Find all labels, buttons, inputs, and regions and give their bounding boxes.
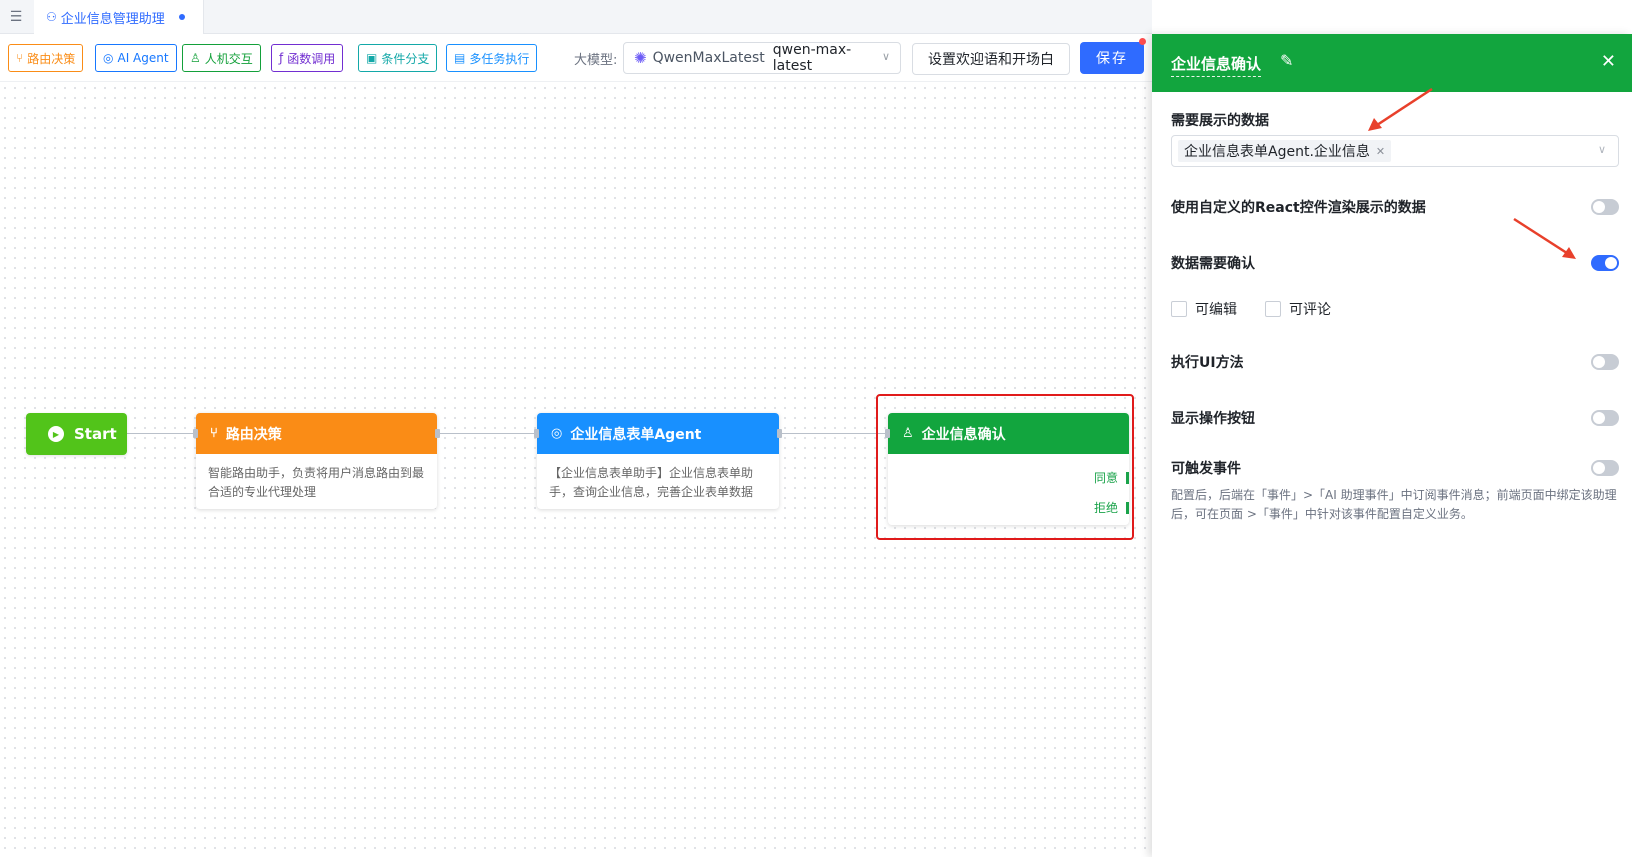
edge-router-agent xyxy=(437,433,538,434)
node-router-input-handle[interactable] xyxy=(193,429,198,438)
menu-fold-icon[interactable]: ☰ xyxy=(6,8,26,26)
confirm-required-switch[interactable] xyxy=(1591,255,1619,271)
node-router-title: 路由决策 xyxy=(225,426,282,443)
trigger-event-switch[interactable] xyxy=(1591,460,1619,476)
node-agent[interactable]: ◎ 企业信息表单Agent 【企业信息表单助手】企业信息表单助手，查询企业信息，… xyxy=(537,413,779,509)
branch-icon: ⑂ xyxy=(210,426,218,441)
edit-icon[interactable]: ✎ xyxy=(1280,51,1293,70)
add-multitask-button[interactable]: ▤ 多任务执行 xyxy=(446,44,538,72)
node-config-panel: 企业信息确认 ✎ ✕ 需要展示的数据 企业信息表单Agent.企业信息 ✕ ∨ … xyxy=(1152,34,1632,857)
agent-icon: ◎ xyxy=(551,426,563,441)
tab-enterprise-assistant[interactable]: ⚇ 企业信息管理助理 xyxy=(34,0,204,34)
model-label: 大模型: xyxy=(574,53,618,68)
condition-icon: ▣ xyxy=(366,51,378,65)
agent-icon: ◎ xyxy=(103,51,114,65)
unsaved-dot xyxy=(178,14,185,20)
model-name: QwenMaxLatest xyxy=(652,50,765,66)
node-agent-header: ◎ 企业信息表单Agent xyxy=(537,413,779,454)
panel-title[interactable]: 企业信息确认 xyxy=(1171,53,1262,77)
switch-knob xyxy=(1593,201,1605,213)
tab-bar: ☰ ⚇ 企业信息管理助理 xyxy=(0,0,1152,34)
data-select[interactable]: 企业信息表单Agent.企业信息 ✕ ∨ xyxy=(1171,135,1619,167)
save-badge-dot xyxy=(1139,38,1146,45)
commentable-checkbox[interactable]: 可评论 xyxy=(1265,299,1331,319)
branch-icon: ⑂ xyxy=(16,51,24,65)
react-render-label: 使用自定义的React控件渲染展示的数据 xyxy=(1171,200,1426,216)
node-router-header: ⑂ 路由决策 xyxy=(196,413,437,454)
tag-remove-icon[interactable]: ✕ xyxy=(1376,145,1385,158)
node-agent-output-handle[interactable] xyxy=(777,429,782,438)
chevron-down-icon: ∨ xyxy=(1597,143,1606,156)
add-human-interaction-button[interactable]: ♙ 人机交互 xyxy=(182,44,261,72)
editable-label: 可编辑 xyxy=(1195,302,1237,318)
flow-canvas[interactable]: ▶ Start ⑂ 路由决策 智能路由助手，负责将用户消息路由到最合适的专业代理… xyxy=(0,83,1152,857)
robot-icon: ⚇ xyxy=(46,10,57,24)
show-buttons-switch[interactable] xyxy=(1591,410,1619,426)
switch-knob xyxy=(1593,462,1605,474)
add-condition-button[interactable]: ▣ 条件分支 xyxy=(358,44,438,72)
react-render-switch[interactable] xyxy=(1591,199,1619,215)
switch-knob xyxy=(1593,356,1605,368)
welcome-settings-button[interactable]: 设置欢迎语和开场白 xyxy=(912,43,1070,75)
model-select[interactable]: ✺ QwenMaxLatest qwen-max-latest ∨ xyxy=(623,42,901,74)
node-start[interactable]: ▶ Start xyxy=(26,413,127,455)
trigger-event-label: 可触发事件 xyxy=(1171,461,1241,477)
ui-method-switch[interactable] xyxy=(1591,354,1619,370)
tab-label: 企业信息管理助理 xyxy=(60,11,165,27)
edge-start-router xyxy=(127,433,197,434)
close-icon[interactable]: ✕ xyxy=(1601,51,1616,72)
add-agent-label: AI Agent xyxy=(117,51,169,65)
user-icon: ♙ xyxy=(190,51,201,65)
node-agent-desc: 【企业信息表单助手】企业信息表单助手，查询企业信息，完善企业表单数据 xyxy=(549,466,754,499)
add-human-label: 人机交互 xyxy=(204,51,253,66)
add-multitask-label: 多任务执行 xyxy=(469,51,530,66)
node-agent-input-handle[interactable] xyxy=(534,429,539,438)
checkbox-box[interactable] xyxy=(1171,301,1187,317)
save-button[interactable]: 保存 xyxy=(1080,42,1144,74)
checkbox-box[interactable] xyxy=(1265,301,1281,317)
function-icon: ƒ xyxy=(279,51,284,65)
qwen-logo-icon: ✺ xyxy=(634,49,647,67)
node-start-label: Start xyxy=(74,425,117,443)
multitask-icon: ▤ xyxy=(454,51,466,65)
confirm-required-label: 数据需要确认 xyxy=(1171,256,1255,272)
ui-method-label: 执行UI方法 xyxy=(1171,355,1244,371)
add-agent-button[interactable]: ◎ AI Agent xyxy=(95,44,177,72)
edge-agent-confirm xyxy=(779,433,889,434)
add-function-label: 函数调用 xyxy=(287,51,336,66)
node-router-output-handle[interactable] xyxy=(435,429,440,438)
panel-header: 企业信息确认 ✎ ✕ xyxy=(1152,34,1632,92)
node-router-desc: 智能路由助手，负责将用户消息路由到最合适的专业代理处理 xyxy=(208,466,425,499)
model-value: qwen-max-latest xyxy=(772,42,852,74)
add-router-label: 路由决策 xyxy=(27,51,76,66)
commentable-label: 可评论 xyxy=(1289,302,1331,318)
switch-knob xyxy=(1593,412,1605,424)
add-router-button[interactable]: ⑂ 路由决策 xyxy=(8,44,84,72)
play-icon: ▶ xyxy=(48,426,64,442)
data-tag: 企业信息表单Agent.企业信息 ✕ xyxy=(1178,140,1392,162)
data-tag-label: 企业信息表单Agent.企业信息 xyxy=(1184,144,1370,160)
show-buttons-label: 显示操作按钮 xyxy=(1171,411,1255,427)
editable-checkbox[interactable]: 可编辑 xyxy=(1171,299,1237,319)
node-agent-title: 企业信息表单Agent xyxy=(570,426,702,443)
switch-knob xyxy=(1605,257,1617,269)
add-condition-label: 条件分支 xyxy=(381,51,430,66)
toolbar: ⑂ 路由决策 ◎ AI Agent ♙ 人机交互 ƒ 函数调用 ▣ 条件分支 ▤ 多任务执行… xyxy=(0,34,1152,82)
add-function-call-button[interactable]: ƒ 函数调用 xyxy=(271,44,344,72)
chevron-down-icon: ∨ xyxy=(881,50,890,63)
selection-highlight xyxy=(876,394,1134,540)
node-router[interactable]: ⑂ 路由决策 智能路由助手，负责将用户消息路由到最合适的专业代理处理 xyxy=(196,413,437,509)
data-field-label: 需要展示的数据 xyxy=(1171,113,1269,129)
trigger-event-hint: 配置后，后端在「事件」>「AI 助理事件」中订阅事件消息；前端页面中绑定该助理后… xyxy=(1171,488,1617,521)
